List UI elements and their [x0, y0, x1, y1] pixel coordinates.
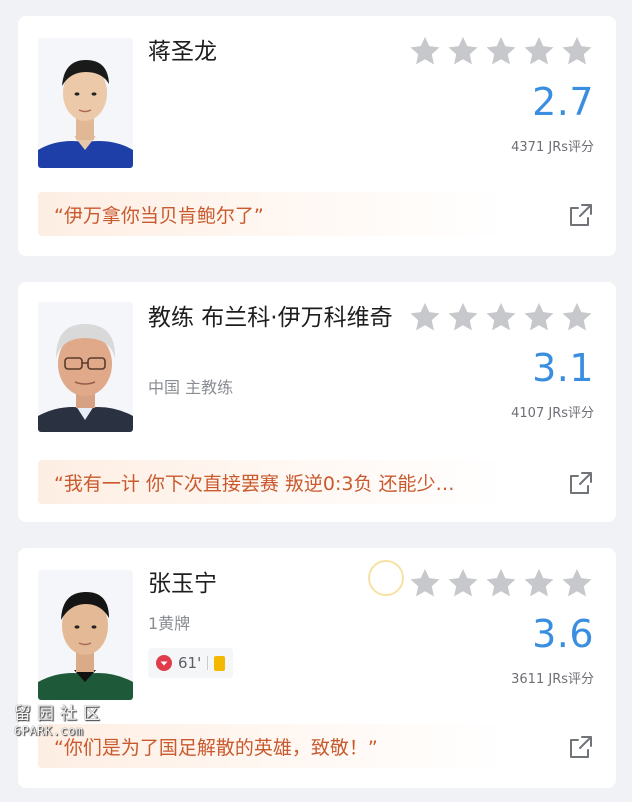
star-icon[interactable]: [522, 300, 556, 334]
comment-text: “伊万拿你当贝肯鲍尔了”: [54, 204, 264, 227]
coach-name: 教练 布兰科·伊万科维奇: [148, 305, 393, 331]
substitution-off-icon: [156, 655, 172, 671]
star-icon[interactable]: [446, 34, 480, 68]
comment-text: “我有一计 你下次直接罢赛 叛逆0:3负 还能少…: [54, 472, 455, 495]
star-icon[interactable]: [484, 300, 518, 334]
rating-count: 4107 JRs评分: [511, 406, 594, 421]
rating-score: 3.1: [532, 346, 594, 390]
rating-count: 3611 JRs评分: [511, 672, 594, 687]
yellow-card-icon: [214, 655, 226, 671]
watermark-line-2: 6PARK.com: [14, 724, 84, 738]
star-icon[interactable]: [408, 34, 442, 68]
match-event: 61': [148, 648, 234, 678]
player-card-3[interactable]: 张玉宁 1黄牌 61' 3.6 3611 JRs评分 “你们是为了国足解散的英雄…: [18, 548, 616, 788]
avatar: [38, 570, 133, 700]
star-icon[interactable]: [446, 300, 480, 334]
star-icon[interactable]: [560, 300, 594, 334]
coach-role: 中国 主教练: [148, 378, 234, 397]
star-icon[interactable]: [560, 34, 594, 68]
star-icon[interactable]: [408, 300, 442, 334]
player-name: 蒋圣龙: [148, 39, 217, 65]
player-name: 张玉宁: [148, 571, 217, 597]
top-comment[interactable]: “我有一计 你下次直接罢赛 叛逆0:3负 还能少…: [38, 460, 508, 504]
player-subtitle: 1黄牌: [148, 614, 191, 633]
share-icon[interactable]: [568, 470, 594, 496]
share-icon[interactable]: [568, 202, 594, 228]
rating-score: 2.7: [532, 80, 594, 124]
star-icon[interactable]: [484, 566, 518, 600]
player-card-1[interactable]: 蒋圣龙 2.7 4371 JRs评分 “伊万拿你当贝肯鲍尔了”: [18, 16, 616, 256]
star-icon[interactable]: [522, 34, 556, 68]
divider: [207, 656, 209, 670]
rating-count: 4371 JRs评分: [511, 140, 594, 155]
star-icon[interactable]: [446, 566, 480, 600]
rating-stars[interactable]: [408, 566, 594, 600]
avatar: [38, 38, 133, 168]
star-icon[interactable]: [522, 566, 556, 600]
event-minute: 61': [178, 654, 202, 672]
star-icon[interactable]: [484, 34, 518, 68]
top-comment[interactable]: “伊万拿你当贝肯鲍尔了”: [38, 192, 508, 236]
rating-stars[interactable]: [408, 300, 594, 334]
watermark-line-1: 留园社区: [14, 704, 106, 724]
player-card-2[interactable]: 教练 布兰科·伊万科维奇 中国 主教练 3.1 4107 JRs评分 “我有一计…: [18, 282, 616, 522]
rating-stars[interactable]: [408, 34, 594, 68]
watermark: 留园社区 6PARK.com: [14, 704, 114, 738]
avatar: [38, 302, 133, 432]
star-icon[interactable]: [560, 566, 594, 600]
share-icon[interactable]: [568, 734, 594, 760]
star-icon[interactable]: [408, 566, 442, 600]
rating-score: 3.6: [532, 612, 594, 656]
